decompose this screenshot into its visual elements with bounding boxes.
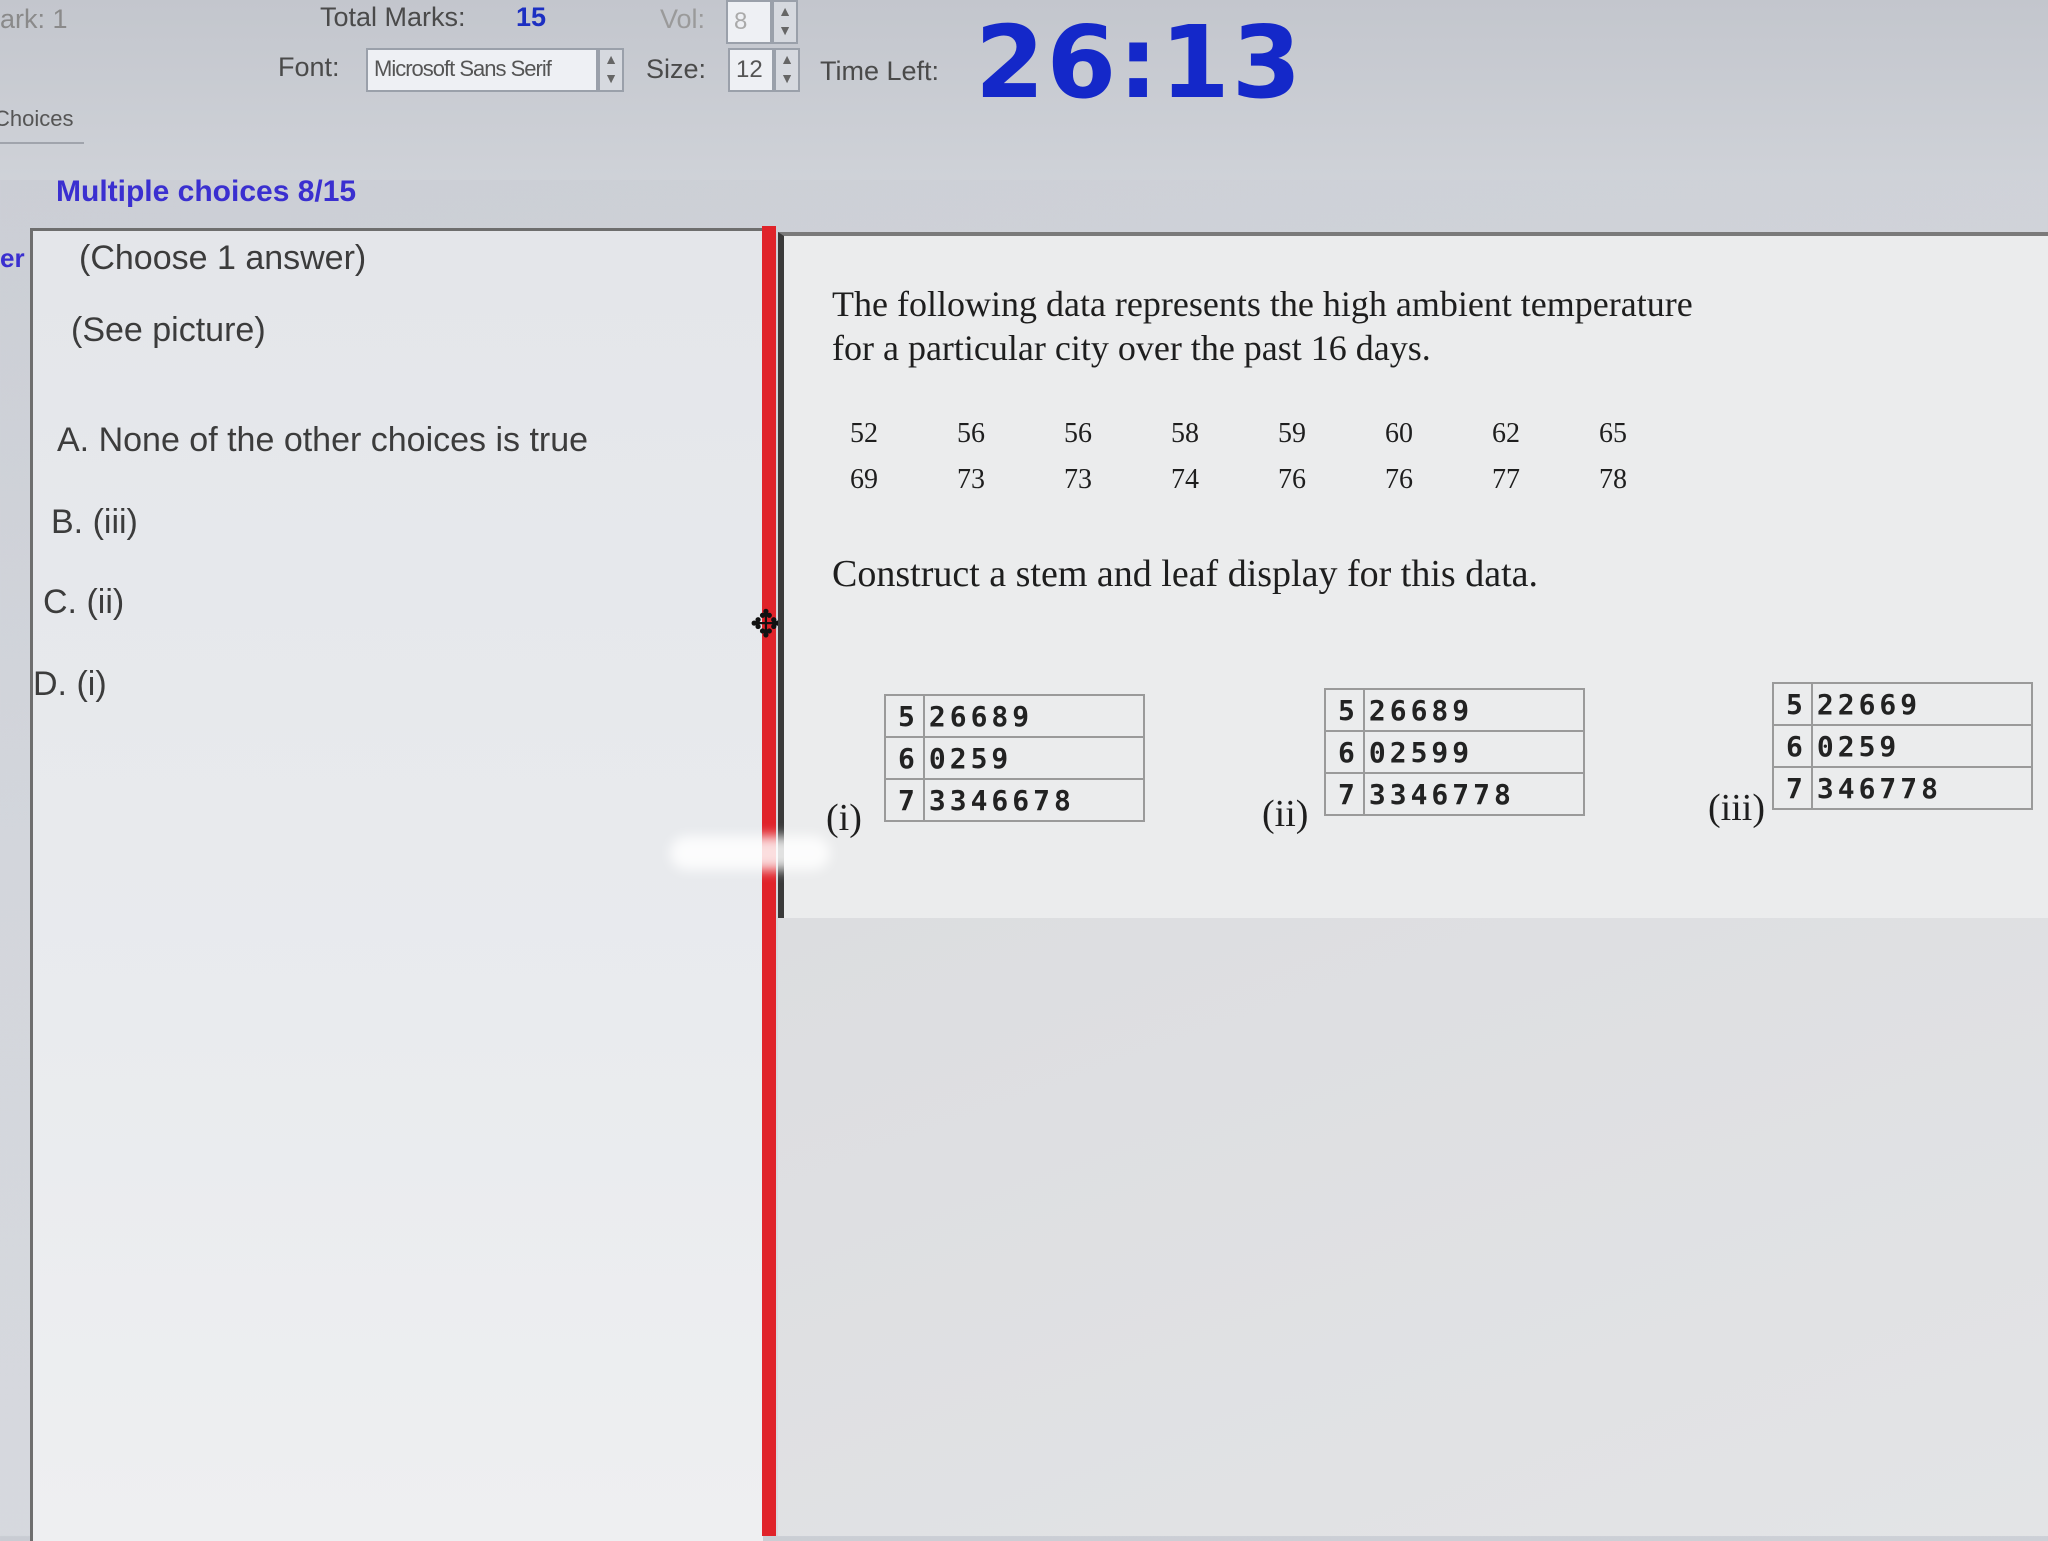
question-pane: The following data represents the high a… [778,232,2048,922]
stem-cell: 7 [884,778,925,822]
data-value: 58 [1171,418,1199,449]
stem-leaf-row: 7 346778 [1772,766,2033,810]
leaf-cell: 0259 [923,736,1145,780]
choice-letter: A. [57,421,90,459]
data-value: 56 [957,418,985,449]
font-label: Font: [278,52,340,82]
section-heading: Multiple choices 8/15 [56,175,357,208]
size-label: Size: [646,54,707,84]
stem-cell: 7 [1324,772,1365,816]
leaf-cell: 26689 [1363,688,1585,732]
stem-cell: 6 [884,736,925,780]
data-value: 77 [1492,464,1520,495]
stem-cell: 6 [1324,730,1365,774]
construct-instruction: Construct a stem and leaf display for th… [832,553,1538,595]
time-left-label: Time Left: [820,56,940,86]
stem-leaf-display-ii: 5 26689 6 02599 7 3346778 [1324,688,1585,816]
data-value: 73 [957,464,985,495]
choice-text: (iii) [92,503,138,541]
question-line-1: The following data represents the high a… [832,284,1693,324]
stem-leaf-row: 7 3346778 [1324,772,1585,816]
stepper-down-icon[interactable]: ▼ [780,70,794,86]
stem-leaf-row: 5 26689 [1324,688,1585,732]
choice-c[interactable]: C. (ii) [43,583,124,622]
data-value: 60 [1385,418,1413,449]
data-value: 59 [1278,418,1306,449]
choice-d[interactable]: D. (i) [33,665,107,704]
stem-leaf-row: 6 0259 [1772,724,2033,768]
stem-leaf-display-iii: 5 22669 6 0259 7 346778 [1772,682,2033,810]
display-label-i: (i) [826,797,862,839]
font-select[interactable]: Microsoft Sans Serif [366,48,598,92]
question-pane-empty-area [778,918,2048,1536]
leaf-cell: 346778 [1811,766,2033,810]
size-stepper[interactable]: ▲ ▼ [774,48,800,92]
top-toolbar: ark: 1 Total Marks: 15 Vol: 8 ▲ ▼ Font: M… [0,0,2048,180]
stem-leaf-row: 5 26689 [884,694,1145,738]
leaf-cell: 22669 [1811,682,2033,726]
leaf-cell: 3346778 [1363,772,1585,816]
choice-letter: D. [33,665,67,703]
data-value: 69 [850,464,878,495]
stepper-up-icon[interactable]: ▲ [778,3,792,19]
leaf-cell: 3346678 [923,778,1145,822]
stem-leaf-row: 6 0259 [884,736,1145,780]
stem-cell: 7 [1772,766,1813,810]
data-value: 56 [1064,418,1092,449]
stem-leaf-row: 6 02599 [1324,730,1585,774]
data-value: 65 [1599,418,1627,449]
stepper-up-icon[interactable]: ▲ [780,51,794,67]
data-value: 78 [1599,464,1627,495]
countdown-timer: 26:13 [975,4,1304,121]
tab-choices[interactable]: Choices [0,106,84,144]
total-marks-value: 15 [516,2,547,32]
answer-pane: (Choose 1 answer) (See picture) A. None … [30,228,763,1541]
volume-stepper[interactable]: ▲ ▼ [772,0,798,44]
data-value: 73 [1064,464,1092,495]
choice-text: (i) [76,665,107,703]
stepper-down-icon[interactable]: ▼ [778,22,792,38]
screen-glare [670,836,830,870]
stepper-down-icon[interactable]: ▼ [604,70,618,86]
data-value: 74 [1171,464,1199,495]
pane-splitter[interactable] [762,226,776,1536]
choice-b[interactable]: B. (iii) [51,503,138,542]
data-value: 52 [850,418,878,449]
stem-leaf-display-i: 5 26689 6 0259 7 3346678 [884,694,1145,822]
volume-input[interactable]: 8 [726,0,772,44]
stem-leaf-row: 5 22669 [1772,682,2033,726]
choice-text: (ii) [86,583,125,621]
leaf-cell: 02599 [1363,730,1585,774]
see-picture-note: (See picture) [71,311,266,349]
stepper-up-icon[interactable]: ▲ [604,51,618,67]
choice-letter: B. [51,503,84,541]
stem-cell: 5 [1324,688,1365,732]
stem-leaf-row: 7 3346678 [884,778,1145,822]
choice-text: None of the other choices is true [98,421,589,459]
font-stepper[interactable]: ▲ ▼ [598,48,624,92]
size-input[interactable]: 12 [728,48,774,92]
data-value: 76 [1278,464,1306,495]
question-line-2: for a particular city over the past 16 d… [832,328,1431,368]
stem-cell: 5 [884,694,925,738]
data-value: 62 [1492,418,1520,449]
data-value: 76 [1385,464,1413,495]
stem-cell: 5 [1772,682,1813,726]
total-marks-label: Total Marks: [320,2,466,32]
stem-cell: 6 [1772,724,1813,768]
answer-instruction: (Choose 1 answer) [79,239,367,277]
display-label-ii: (ii) [1262,793,1309,835]
mark-label: ark: 1 [0,4,68,34]
leaf-cell: 26689 [923,694,1145,738]
vol-label: Vol: [660,4,706,34]
left-edge-label: er [0,243,25,273]
display-label-iii: (iii) [1708,787,1765,829]
choice-letter: C. [43,583,77,621]
leaf-cell: 0259 [1811,724,2033,768]
choice-a[interactable]: A. None of the other choices is true [57,421,588,460]
question-text: The following data represents the high a… [832,282,1932,370]
